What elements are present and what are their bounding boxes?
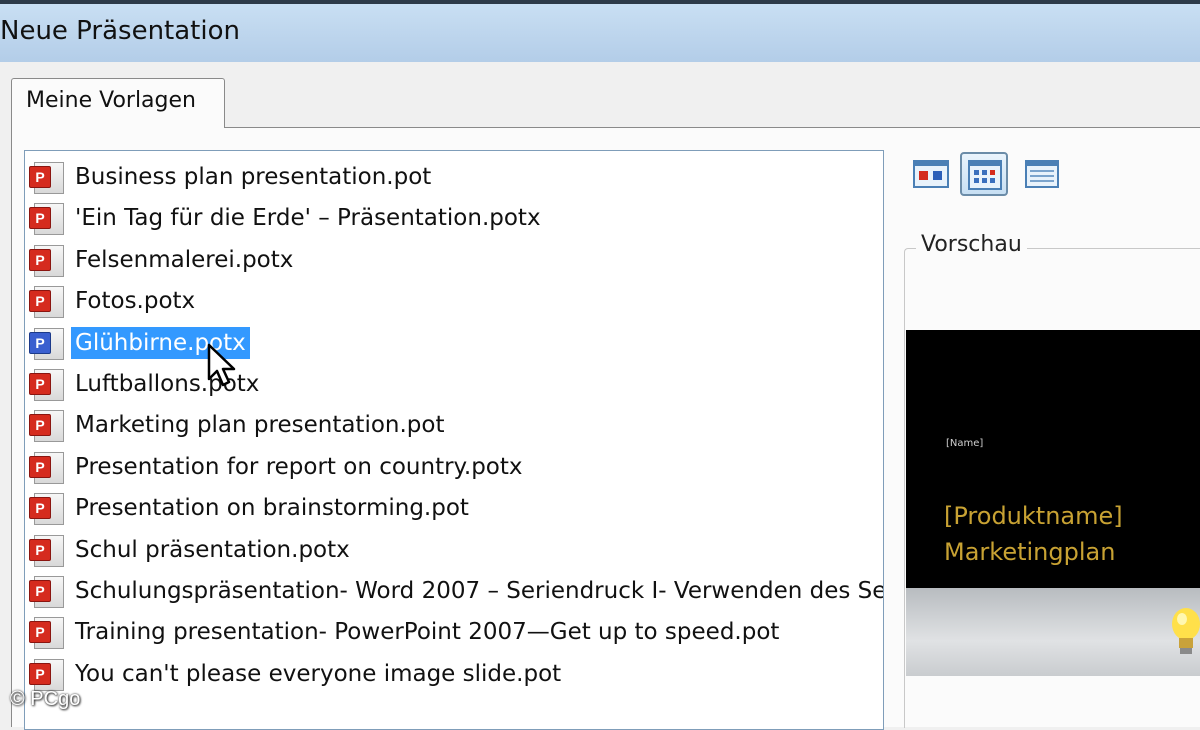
slide-marketing-plan: Marketingplan <box>944 538 1116 566</box>
slide-small-text: [Name] <box>946 438 984 449</box>
powerpoint-template-icon: P <box>29 327 65 360</box>
title-bar[interactable]: Neue Präsentation <box>0 0 1200 62</box>
list-item-label: Felsenmalerei.potx <box>75 246 294 273</box>
powerpoint-template-icon: P <box>29 576 65 608</box>
list-item-label: Schul präsentation.potx <box>75 536 350 563</box>
list-item-label: 'Ein Tag für die Erde' – Präsentation.po… <box>75 205 541 232</box>
details-view-icon <box>1025 160 1059 188</box>
powerpoint-template-icon: P <box>29 534 65 567</box>
list-item-label: Business plan presentation.pot <box>75 164 432 190</box>
slide-product-name: [Produktname] <box>944 502 1123 530</box>
list-item-label: Marketing plan presentation.pot <box>75 412 445 439</box>
list-view-icon <box>968 160 1002 190</box>
details-view-button[interactable] <box>1018 152 1066 196</box>
tab-meine-vorlagen[interactable]: Meine Vorlagen <box>11 78 225 128</box>
window-title: Neue Präsentation <box>0 16 240 46</box>
powerpoint-template-icon: P <box>29 286 65 319</box>
template-list[interactable]: P Business plan presentation.pot P 'Ein Tag… <box>24 150 884 730</box>
list-item-label: Presentation for report on country.potx <box>75 453 523 480</box>
powerpoint-template-icon: P <box>29 203 65 236</box>
watermark: © PCgo <box>10 688 81 710</box>
list-view-button[interactable] <box>960 152 1008 196</box>
slide-preview: [Name] [Produktname] Marketingplan <box>906 330 1200 676</box>
powerpoint-template-icon: P <box>29 162 65 194</box>
powerpoint-template-icon: P <box>29 451 65 484</box>
powerpoint-template-icon: P <box>29 658 65 691</box>
list-item-label: Schulungspräsentation- Word 2007 – Serie… <box>75 578 883 604</box>
mouse-cursor-icon <box>207 343 236 387</box>
powerpoint-template-icon: P <box>29 410 65 443</box>
list-item-label: You can't please everyone image slide.po… <box>75 660 562 687</box>
light-bulb-icon <box>1172 608 1200 654</box>
preview-label: Vorschau <box>916 232 1027 257</box>
list-item-label: Presentation on brainstorming.pot <box>75 495 469 522</box>
tab-label: Meine Vorlagen <box>26 88 196 113</box>
large-icons-view-button[interactable] <box>906 152 954 196</box>
slide-bottom-band <box>906 588 1200 676</box>
list-item-label: Fotos.potx <box>75 288 196 315</box>
list-item-label: Training presentation- PowerPoint 2007—G… <box>75 619 780 646</box>
powerpoint-template-icon: P <box>29 617 65 650</box>
large-icons-view-icon <box>913 160 949 188</box>
powerpoint-template-icon: P <box>29 244 65 277</box>
powerpoint-template-icon: P <box>29 493 65 526</box>
powerpoint-template-icon: P <box>29 369 65 401</box>
